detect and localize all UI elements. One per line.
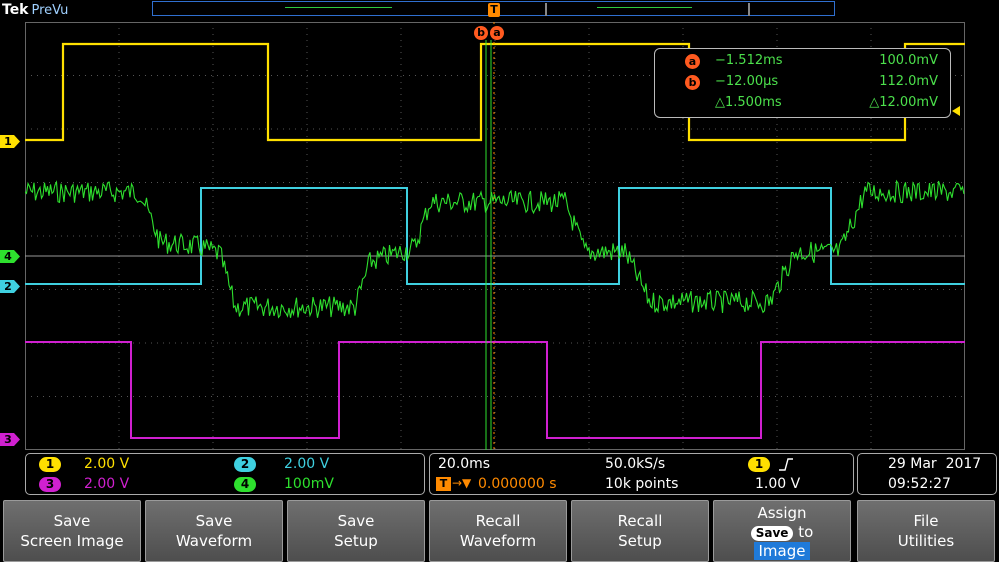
channel-1-scale: 2.00 V (84, 456, 130, 472)
cursor-b-badge: b (685, 75, 700, 90)
trigger-delay-icon: T (436, 477, 451, 491)
channel-1-badge[interactable]: 1 (39, 457, 61, 472)
assign-to-label: to (798, 523, 814, 541)
file-utilities-button[interactable]: File Utilities (857, 500, 995, 562)
brand-logo: Tek PreVu (2, 2, 68, 18)
softkey-line-1: Recall (617, 512, 663, 530)
channel-1-marker[interactable]: 1 (0, 135, 20, 148)
assign-save-row: Save to (714, 523, 850, 541)
cursor-a-badge: a (685, 54, 700, 69)
channel-2-badge[interactable]: 2 (234, 457, 256, 472)
timebase-readout: 20.0ms (438, 456, 491, 472)
trigger-level-readout: 1.00 V (755, 476, 801, 492)
record-view-window[interactable] (545, 3, 750, 16)
bottom-menu: Save Screen Image Save Waveform Save Set… (0, 498, 999, 562)
cursor-level-arrow-icon (952, 106, 960, 116)
record-line-right (597, 7, 692, 8)
assign-save-button[interactable]: Assign Save to Image (713, 500, 851, 562)
cursor-b-value: 112.0mV (879, 74, 938, 89)
delay-arrow-icon: →▼ (452, 476, 472, 490)
channel-2-scale: 2.00 V (284, 456, 330, 472)
channel-3-marker[interactable]: 3 (0, 433, 20, 446)
cursor-a-time: −1.512ms (715, 53, 783, 68)
date-readout: 29 Mar 2017 (888, 456, 982, 472)
softkey-line-1: Save (337, 512, 375, 530)
recall-setup-button[interactable]: Recall Setup (571, 500, 709, 562)
sample-rate-readout: 50.0kS/s (605, 456, 666, 472)
cursor-b-row: b −12.00µs 112.0mV (655, 73, 950, 93)
softkey-line-1: File (913, 512, 939, 530)
softkey-line-1: Save (53, 512, 91, 530)
softkey-line-2: Utilities (897, 532, 955, 550)
assign-selection-row: Image (714, 542, 850, 560)
softkey-line-2: Screen Image (20, 532, 124, 550)
top-status-bar: Tek PreVu T (0, 0, 999, 22)
cursor-delta-value: △12.00mV (869, 95, 938, 110)
trigger-source-badge[interactable]: 1 (748, 457, 770, 472)
brand-name: Tek (2, 2, 29, 18)
softkey-line-2: Waveform (459, 532, 537, 550)
trigger-delay-readout: 0.000000 s (478, 476, 557, 492)
channel-3-badge[interactable]: 3 (39, 477, 61, 492)
record-length-readout: 10k points (605, 476, 679, 492)
cursor-readout: a −1.512ms 100.0mV b −12.00µs 112.0mV △1… (654, 48, 951, 118)
record-line-left (285, 7, 392, 8)
channel-3-trace (25, 341, 965, 439)
cursor-delta-time: △1.500ms (715, 95, 782, 110)
save-waveform-button[interactable]: Save Waveform (145, 500, 283, 562)
recall-waveform-button[interactable]: Recall Waveform (429, 500, 567, 562)
save-screen-image-button[interactable]: Save Screen Image (3, 500, 141, 562)
softkey-line-2: Setup (618, 532, 662, 550)
cursor-a-row: a −1.512ms 100.0mV (655, 52, 950, 72)
channel-3-scale: 2.00 V (84, 476, 130, 492)
date-time-panel[interactable]: 29 Mar 2017 09:52:27 (857, 453, 997, 495)
channel-4-badge[interactable]: 4 (234, 477, 256, 492)
channel-2-marker[interactable]: 2 (0, 280, 20, 293)
save-key-pill: Save (750, 526, 794, 541)
cursor-delta-row: △1.500ms △12.00mV (655, 94, 950, 114)
softkey-line-1: Assign (757, 504, 807, 522)
brand-model: PreVu (31, 3, 69, 18)
assign-image-option[interactable]: Image (753, 542, 811, 560)
cursor-a-value: 100.0mV (879, 53, 938, 68)
softkey-line-2: Setup (334, 532, 378, 550)
softkey-line-1: Save (195, 512, 233, 530)
trigger-position-marker[interactable]: T (488, 3, 500, 17)
softkey-line-1: Recall (475, 512, 521, 530)
save-setup-button[interactable]: Save Setup (287, 500, 425, 562)
vertical-settings-panel[interactable]: 1 2.00 V 2 2.00 V 3 2.00 V 4 100mV (25, 453, 425, 495)
rising-edge-icon (779, 458, 793, 471)
horizontal-trigger-panel[interactable]: 20.0ms 50.0kS/s 1 T →▼ 0.000000 s 10k po… (429, 453, 854, 495)
cursor-b-tag[interactable]: b (474, 26, 488, 40)
cursor-b-time: −12.00µs (715, 74, 779, 89)
cursor-a-tag[interactable]: a (490, 26, 504, 40)
softkey-line-2: Waveform (175, 532, 253, 550)
channel-4-scale: 100mV (284, 476, 334, 492)
channel-4-marker[interactable]: 4 (0, 250, 20, 263)
time-readout: 09:52:27 (888, 476, 951, 492)
